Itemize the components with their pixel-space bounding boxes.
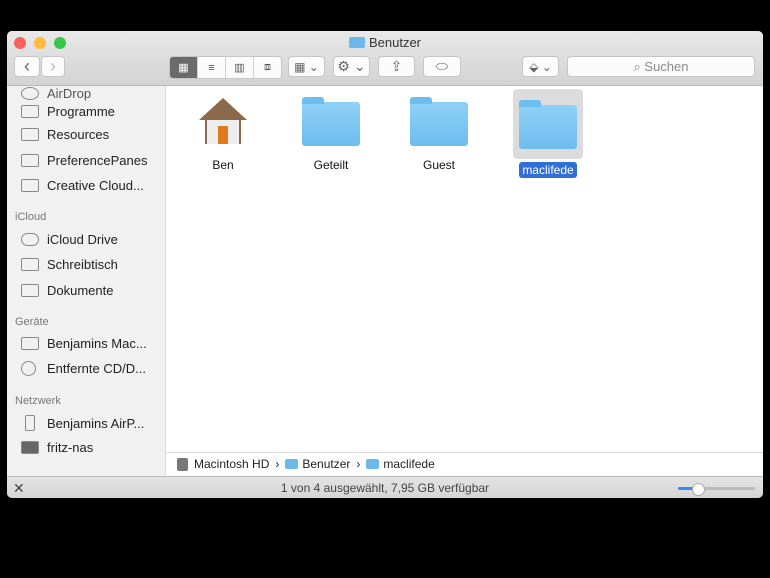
sidebar-item-mac[interactable]: Benjamins Mac...: [21, 336, 147, 351]
search-placeholder: Suchen: [644, 59, 689, 74]
arrange-button[interactable]: ▦ ⌄: [288, 56, 325, 77]
sidebar-item-airport[interactable]: Benjamins AirP...: [21, 415, 144, 431]
sidebar-item-resources[interactable]: Resources: [21, 127, 109, 142]
status-bar: ✕ 1 von 4 ausgewählt, 7,95 GB verfügbar: [7, 476, 763, 498]
status-text: 1 von 4 ausgewählt, 7,95 GB verfügbar: [280, 481, 490, 495]
folder-icon: [21, 154, 39, 167]
document-icon: [21, 284, 39, 297]
laptop-icon: [21, 337, 39, 350]
devices-header: Geräte: [15, 316, 49, 328]
folder-icon: [409, 91, 469, 151]
folder-icon: [348, 37, 365, 48]
sidebar-item-icloud-drive[interactable]: iCloud Drive: [21, 232, 118, 247]
airdrop-icon: [21, 87, 39, 100]
path-item[interactable]: maclifede: [383, 457, 434, 471]
path-bar: Macintosh HD › Benutzer › maclifede: [165, 452, 763, 475]
sidebar: AirDrop Programme Resources PreferencePa…: [7, 86, 166, 476]
sidebar-item-preferencepanes[interactable]: PreferencePanes: [21, 153, 147, 168]
file-name: Geteilt: [313, 158, 349, 172]
chevron-right-icon: ›: [275, 457, 280, 471]
sidebar-item-fritz-nas[interactable]: fritz-nas: [21, 440, 93, 455]
file-name: Ben: [212, 158, 234, 172]
search-icon: ⌕: [633, 59, 645, 74]
hard-drive-icon: [177, 457, 188, 471]
sidebar-item-dokumente[interactable]: Dokumente: [21, 283, 113, 298]
file-name: Guest: [422, 158, 455, 172]
display-icon: [21, 441, 39, 454]
folder-icon: [285, 459, 299, 469]
label: Programme: [47, 104, 115, 119]
label: Resources: [47, 127, 110, 142]
folder-icon: [21, 179, 39, 192]
cloud-icon: [21, 233, 39, 246]
label: iCloud Drive: [47, 232, 118, 247]
apps-icon: [21, 105, 39, 118]
disc-icon: [21, 361, 36, 376]
label: Benjamins Mac...: [47, 336, 147, 351]
home-icon: [193, 91, 253, 151]
label: fritz-nas: [47, 440, 94, 455]
label: AirDrop: [47, 86, 92, 101]
label: Entfernte CD/D...: [47, 361, 146, 376]
airport-icon: [25, 415, 35, 431]
folder-icon: [513, 89, 583, 159]
path-item[interactable]: Macintosh HD: [194, 457, 269, 471]
title-text: Benutzer: [368, 35, 422, 50]
desktop-icon: [21, 258, 39, 271]
sidebar-toggle-icon[interactable]: ✕: [13, 477, 25, 498]
window-title: Benutzer: [7, 35, 763, 50]
coverflow-view-button[interactable]: ⧈: [254, 57, 281, 78]
slider-thumb[interactable]: [692, 483, 705, 496]
column-view-button[interactable]: ▥: [226, 57, 254, 78]
file-item-maclifede[interactable]: maclifede: [498, 89, 598, 179]
sidebar-item-remote-disc[interactable]: Entfernte CD/D...: [21, 361, 146, 376]
folder-icon: [301, 91, 361, 151]
file-item-ben[interactable]: Ben: [173, 91, 273, 174]
label: PreferencePanes: [47, 153, 148, 168]
folder-icon: [366, 459, 380, 469]
action-gear-button[interactable]: ⚙ ⌄: [333, 56, 370, 77]
icloud-header: iCloud: [15, 211, 47, 223]
chevron-right-icon: ›: [356, 457, 361, 471]
sidebar-item-programme[interactable]: Programme: [21, 104, 115, 119]
list-view-button[interactable]: ≡: [198, 57, 226, 78]
sidebar-item-creative-cloud[interactable]: Creative Cloud...: [21, 178, 144, 193]
toolbar: Benutzer ‹ › ▦ ≡ ▥ ⧈ ▦ ⌄ ⚙ ⌄ ⇪ ⬭ ⬙ ⌄ ⌕ S…: [7, 31, 763, 86]
view-switcher: ▦ ≡ ▥ ⧈: [169, 56, 282, 79]
file-item-guest[interactable]: Guest: [389, 91, 489, 174]
path-item[interactable]: Benutzer: [302, 457, 350, 471]
label: Benjamins AirP...: [47, 415, 145, 431]
label: Creative Cloud...: [47, 178, 144, 193]
tag-button[interactable]: ⬭: [423, 56, 461, 77]
folder-icon: [21, 128, 39, 141]
label: Dokumente: [47, 283, 114, 298]
search-field[interactable]: ⌕ Suchen: [567, 56, 755, 77]
forward-button[interactable]: ›: [41, 56, 65, 77]
share-button[interactable]: ⇪: [378, 56, 415, 77]
label: Schreibtisch: [47, 257, 118, 272]
file-name: maclifede: [519, 162, 577, 178]
sidebar-item-airdrop[interactable]: AirDrop: [21, 86, 91, 101]
network-header: Netzwerk: [15, 395, 61, 407]
dropbox-button[interactable]: ⬙ ⌄: [522, 56, 559, 77]
icon-size-slider[interactable]: [678, 483, 755, 496]
sidebar-item-schreibtisch[interactable]: Schreibtisch: [21, 257, 118, 272]
back-button[interactable]: ‹: [14, 56, 40, 77]
finder-window: Benutzer ‹ › ▦ ≡ ▥ ⧈ ▦ ⌄ ⚙ ⌄ ⇪ ⬭ ⬙ ⌄ ⌕ S…: [7, 31, 763, 498]
file-item-geteilt[interactable]: Geteilt: [281, 91, 381, 174]
icon-view-button[interactable]: ▦: [170, 57, 198, 78]
